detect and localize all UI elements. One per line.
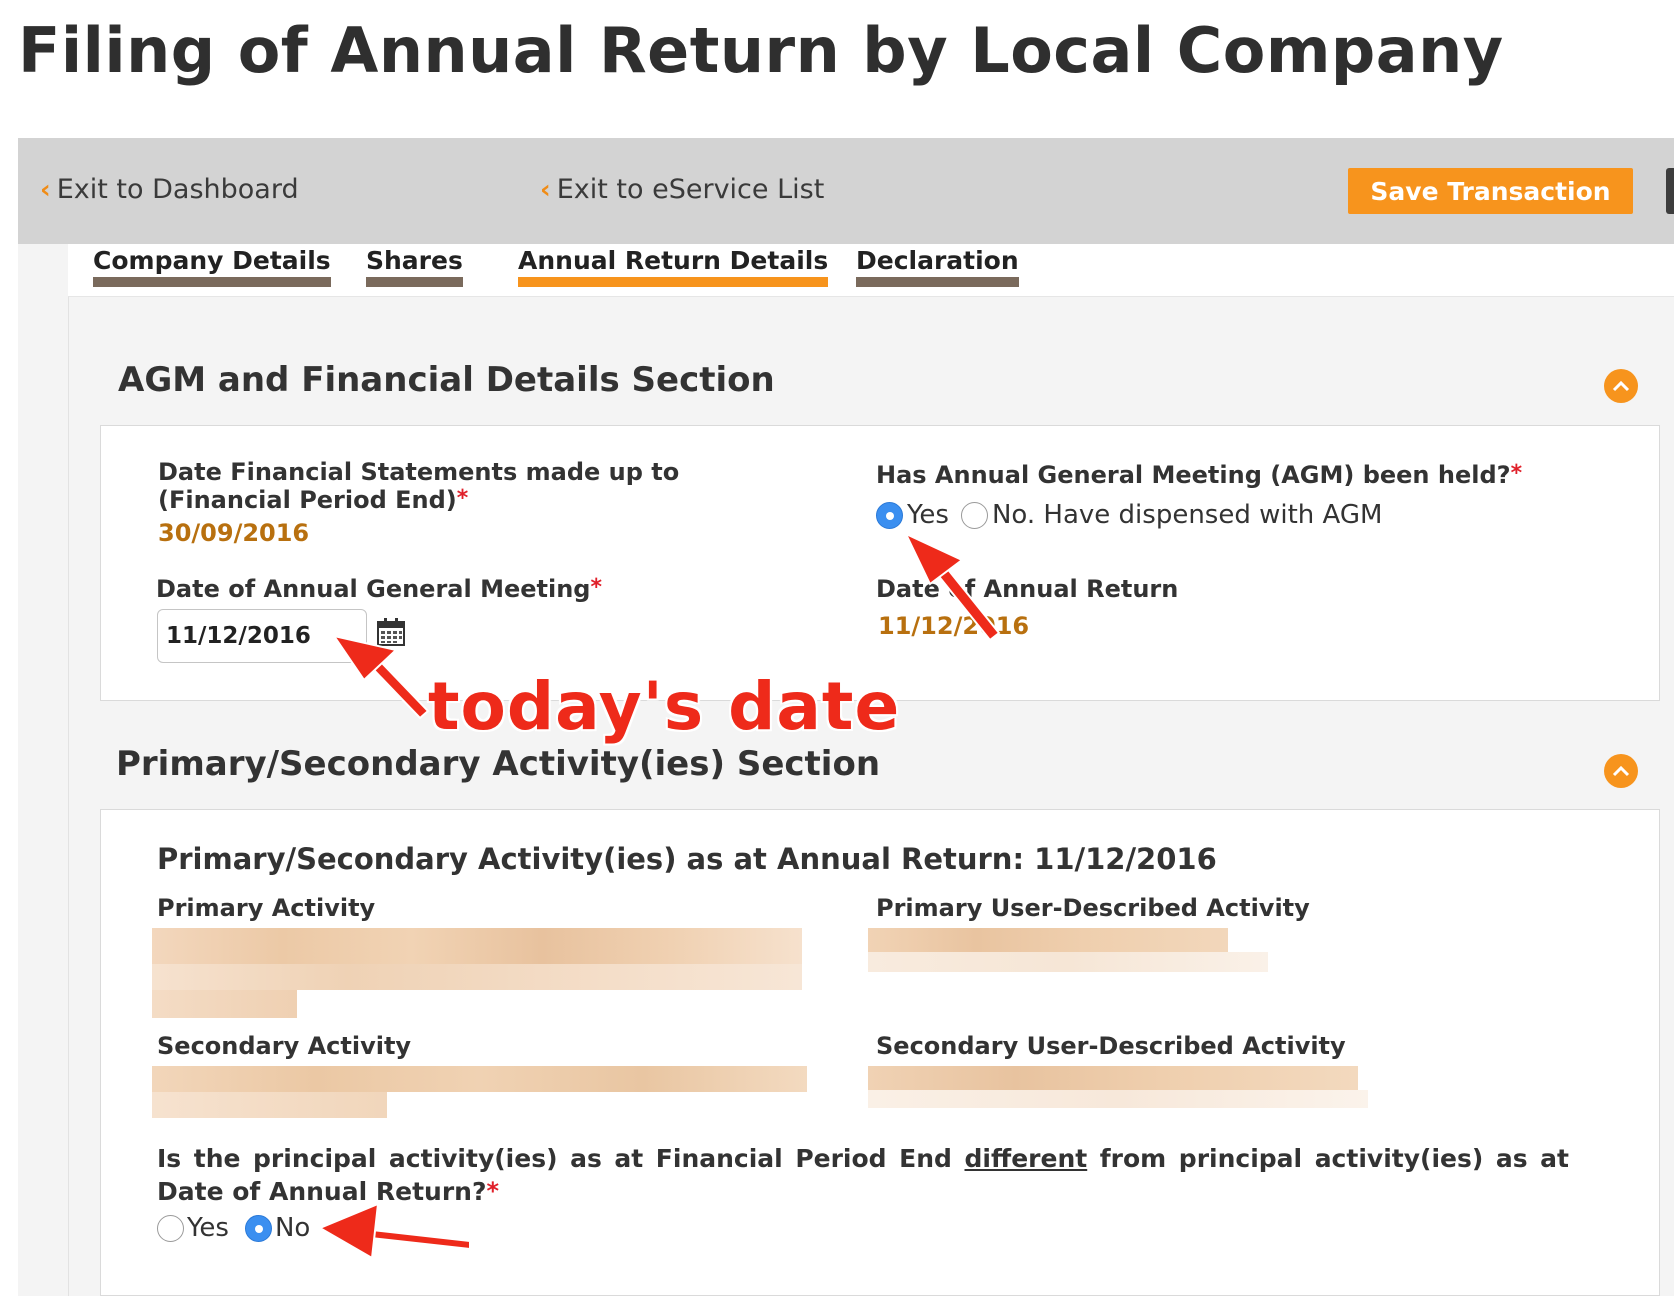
activity-section-title: Primary/Secondary Activity(ies) Section (116, 744, 881, 784)
activity-subtitle: Primary/Secondary Activity(ies) as at An… (157, 842, 1217, 876)
tab-underline (518, 277, 829, 287)
exit-dashboard-label: Exit to Dashboard (56, 174, 299, 205)
secondary-user-activity-label: Secondary User-Described Activity (876, 1032, 1346, 1060)
page-title: Filing of Annual Return by Local Company (18, 14, 1504, 87)
ar-date-label: Date of Annual Return (876, 575, 1179, 603)
left-strip (18, 244, 68, 1296)
principal-activity-no-label: No (274, 1213, 311, 1243)
agm-section-title: AGM and Financial Details Section (118, 360, 775, 400)
activity-collapse-button[interactable] (1604, 754, 1638, 788)
required-mark: * (486, 1177, 500, 1205)
tab-label: Shares (366, 246, 463, 275)
required-mark: * (1510, 461, 1523, 486)
secondary-user-activity-value-redacted (868, 1066, 1368, 1116)
tab-label: Declaration (856, 246, 1019, 275)
agm-held-label: Has Annual General Meeting (AGM) been he… (876, 461, 1523, 489)
save-transaction-button[interactable]: Save Transaction (1348, 168, 1633, 214)
agm-collapse-button[interactable] (1604, 369, 1638, 403)
chevron-left-icon: ‹ (540, 175, 551, 205)
principal-activity-question: Is the principal activity(ies) as at Fin… (157, 1144, 1569, 1206)
principal-activity-yes-label: Yes (187, 1213, 229, 1243)
toolbar: ‹ Exit to Dashboard ‹ Exit to eService Lis… (18, 138, 1674, 244)
chevron-up-icon (1612, 765, 1630, 777)
exit-dashboard-link[interactable]: ‹ Exit to Dashboard (40, 174, 299, 205)
tab-underline (856, 277, 1019, 287)
principal-activity-no-radio[interactable] (244, 1214, 272, 1242)
tab-underline (366, 277, 463, 287)
primary-user-activity-value-redacted (868, 928, 1268, 994)
exit-eservice-label: Exit to eService List (556, 174, 825, 205)
fs-date-label: Date Financial Statements made up to (Fi… (158, 458, 680, 514)
tab-label: Company Details (93, 246, 331, 275)
page: Filing of Annual Return by Local Company… (0, 0, 1674, 1296)
tab-label: Annual Return Details (518, 246, 829, 275)
agm-held-no-label: No. Have dispensed with AGM (991, 500, 1383, 530)
primary-user-activity-label: Primary User-Described Activity (876, 894, 1310, 922)
tab-declaration[interactable]: Declaration (856, 246, 1019, 287)
chevron-up-icon (1612, 380, 1630, 392)
exit-eservice-link[interactable]: ‹ Exit to eService List (540, 174, 824, 205)
chevron-left-icon: ‹ (40, 175, 51, 205)
fs-date-value: 30/09/2016 (158, 519, 310, 547)
primary-activity-label: Primary Activity (157, 894, 376, 922)
tab-shares[interactable]: Shares (366, 246, 463, 287)
agm-held-yes-radio[interactable] (876, 501, 903, 529)
primary-activity-value-redacted (152, 928, 827, 1018)
tab-company-details[interactable]: Company Details (93, 246, 331, 287)
ar-date-value: 11/12/2016 (878, 612, 1030, 640)
secondary-activity-value-redacted (152, 1066, 822, 1122)
agm-held-radio-group: Yes No. Have dispensed with AGM (876, 500, 1382, 530)
secondary-activity-label: Secondary Activity (157, 1032, 412, 1060)
agm-held-yes-label: Yes (907, 500, 949, 530)
agm-held-no-radio[interactable] (960, 501, 988, 529)
required-mark: * (590, 575, 602, 600)
todays-date-annotation: today's date (428, 668, 901, 745)
agm-date-label: Date of Annual General Meeting* (156, 575, 602, 603)
principal-activity-yes-radio[interactable] (157, 1214, 184, 1242)
toolbar-next-button-edge[interactable] (1666, 168, 1674, 214)
principal-activity-radio-group: Yes No (157, 1213, 310, 1243)
calendar-icon[interactable] (376, 617, 406, 647)
tab-annual-return-details[interactable]: Annual Return Details (518, 246, 829, 287)
required-mark: * (456, 486, 469, 511)
tab-underline (93, 277, 331, 287)
agm-date-input[interactable] (157, 609, 367, 663)
